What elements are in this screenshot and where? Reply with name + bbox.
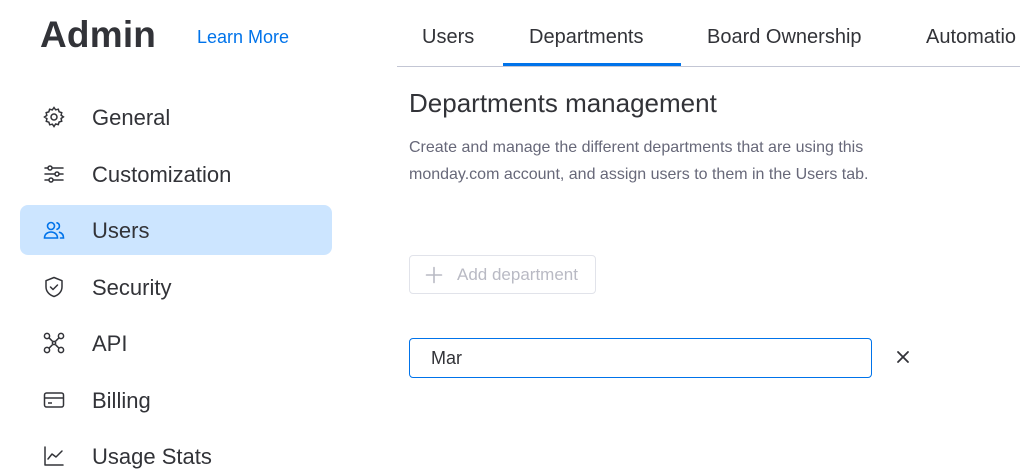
sidebar-item-usage-stats[interactable]: Usage Stats [20, 431, 332, 476]
add-department-button[interactable]: Add department [409, 255, 596, 294]
sidebar-item-label: General [92, 105, 171, 130]
chart-icon [42, 444, 66, 468]
sidebar-item-users[interactable]: Users [20, 205, 332, 255]
sliders-icon [42, 162, 66, 186]
tab-users[interactable]: Users [422, 26, 474, 49]
sidebar-item-label: Usage Stats [92, 444, 212, 469]
sidebar-item-billing[interactable]: Billing [20, 375, 332, 425]
tab-departments[interactable]: Departments [529, 26, 644, 49]
shield-icon [42, 275, 66, 299]
gear-icon [42, 105, 66, 129]
plus-icon [424, 265, 444, 285]
sidebar-item-label: Billing [92, 387, 151, 413]
section-description: Create and manage the different departme… [409, 139, 869, 183]
department-name-input[interactable] [409, 338, 872, 378]
api-icon [42, 331, 66, 355]
admin-tabs: Users Departments Board Ownership Automa… [397, 0, 1020, 67]
sidebar-item-general[interactable]: General [20, 92, 332, 142]
credit-card-icon [42, 388, 66, 412]
users-icon [42, 218, 66, 242]
close-icon[interactable] [893, 347, 913, 367]
page-title: Admin [40, 14, 157, 55]
tab-board-ownership[interactable]: Board Ownership [707, 26, 862, 49]
sidebar-item-security[interactable]: Security [20, 262, 332, 312]
sidebar-item-label: Customization [92, 161, 232, 187]
add-department-label: Add department [457, 264, 578, 284]
admin-page: Admin Learn More General Customization U… [0, 0, 1020, 476]
tab-automations[interactable]: Automatio [926, 26, 1016, 49]
sidebar-item-label: Security [92, 274, 172, 300]
sidebar: General Customization Users Security API… [20, 92, 332, 476]
learn-more-link[interactable]: Learn More [197, 27, 289, 48]
sidebar-item-customization[interactable]: Customization [20, 149, 332, 199]
sidebar-item-api[interactable]: API [20, 318, 332, 368]
active-tab-indicator [503, 63, 681, 66]
sidebar-item-label: Users [92, 218, 150, 243]
section-title: Departments management [409, 88, 717, 118]
sidebar-item-label: API [92, 331, 128, 356]
